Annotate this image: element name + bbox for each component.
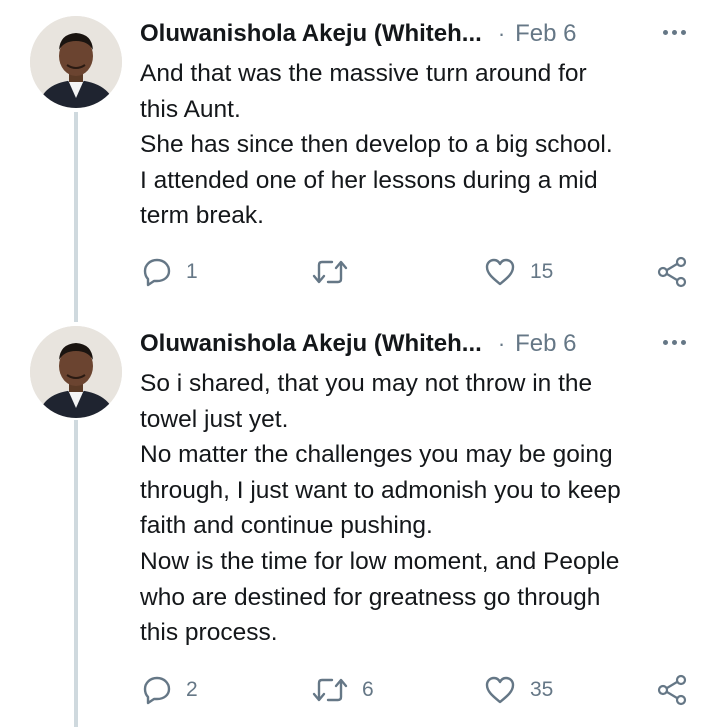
- share-icon: [657, 256, 687, 288]
- like-button[interactable]: 35: [484, 670, 553, 710]
- heart-icon: [485, 676, 515, 704]
- tweet-text-line: Now is the time for low moment, and Peop…: [140, 547, 620, 575]
- tweet-text-line: And that was the massive turn around for: [140, 60, 587, 87]
- separator-dot: ·: [497, 21, 506, 46]
- comment-bubble-icon: [143, 258, 171, 287]
- tweet-text-line: through, I just want to admonish you to …: [140, 476, 621, 504]
- tweet-text: So i shared, that you may not throw in t…: [140, 366, 700, 651]
- tweet-date[interactable]: Feb 6: [515, 20, 576, 48]
- reply-count: 1: [186, 260, 198, 283]
- tweet-text-line: this process.: [140, 619, 278, 647]
- retweet-button[interactable]: 6: [312, 670, 374, 710]
- author-avatar[interactable]: [30, 16, 122, 108]
- tweet-text-line: No matter the challenges you may be goin…: [140, 441, 613, 469]
- like-count: 35: [530, 678, 554, 701]
- comment-bubble-icon: [143, 676, 171, 705]
- reply-button[interactable]: 2: [142, 670, 198, 710]
- reply-button[interactable]: 1: [142, 252, 198, 292]
- share-button[interactable]: [656, 670, 688, 710]
- retweet-icon: [312, 260, 348, 284]
- tweet[interactable]: Oluwanishola Akeju (Whiteh... · Feb 6 An…: [0, 16, 720, 306]
- tweet-header: Oluwanishola Akeju (Whiteh... · Feb 6: [140, 326, 700, 362]
- tweet-text-line: term break.: [140, 202, 264, 230]
- tweet-actions: 2 6 35: [0, 670, 720, 710]
- like-count: 15: [530, 260, 554, 283]
- author-avatar[interactable]: [30, 326, 122, 418]
- more-dots-icon[interactable]: [663, 30, 686, 35]
- tweet-text-line: who are destined for greatness go throug…: [140, 583, 601, 611]
- more-dots-icon[interactable]: [663, 340, 686, 345]
- retweet-count: 6: [362, 678, 374, 701]
- tweet-text-line: faith and continue pushing.: [140, 512, 433, 540]
- tweet-text-line: I attended one of her lessons during a m…: [140, 166, 598, 194]
- heart-icon: [485, 258, 515, 286]
- author-name[interactable]: Oluwanishola Akeju (Whiteh...: [140, 330, 482, 358]
- tweet-timeline: Oluwanishola Akeju (Whiteh... · Feb 6 An…: [0, 0, 720, 727]
- author-name[interactable]: Oluwanishola Akeju (Whiteh...: [140, 20, 482, 48]
- share-icon: [657, 674, 687, 706]
- tweet-date[interactable]: Feb 6: [515, 330, 576, 358]
- tweet-text: And that was the massive turn around for…: [140, 56, 700, 234]
- tweet-header: Oluwanishola Akeju (Whiteh... · Feb 6: [140, 16, 700, 52]
- tweet-text-line: So i shared, that you may not throw in t…: [140, 370, 593, 397]
- retweet-icon: [312, 678, 348, 702]
- retweet-button[interactable]: [312, 252, 362, 292]
- separator-dot: ·: [497, 331, 506, 356]
- reply-count: 2: [186, 678, 198, 701]
- tweet-actions: 1 15: [0, 252, 720, 292]
- tweet[interactable]: Oluwanishola Akeju (Whiteh... · Feb 6 So…: [0, 326, 720, 726]
- like-button[interactable]: 15: [484, 252, 553, 292]
- tweet-text-line: She has since then develop to a big scho…: [140, 131, 613, 159]
- tweet-text-line: towel just yet.: [140, 405, 289, 433]
- share-button[interactable]: [656, 252, 688, 292]
- tweet-text-line: this Aunt.: [140, 95, 241, 123]
